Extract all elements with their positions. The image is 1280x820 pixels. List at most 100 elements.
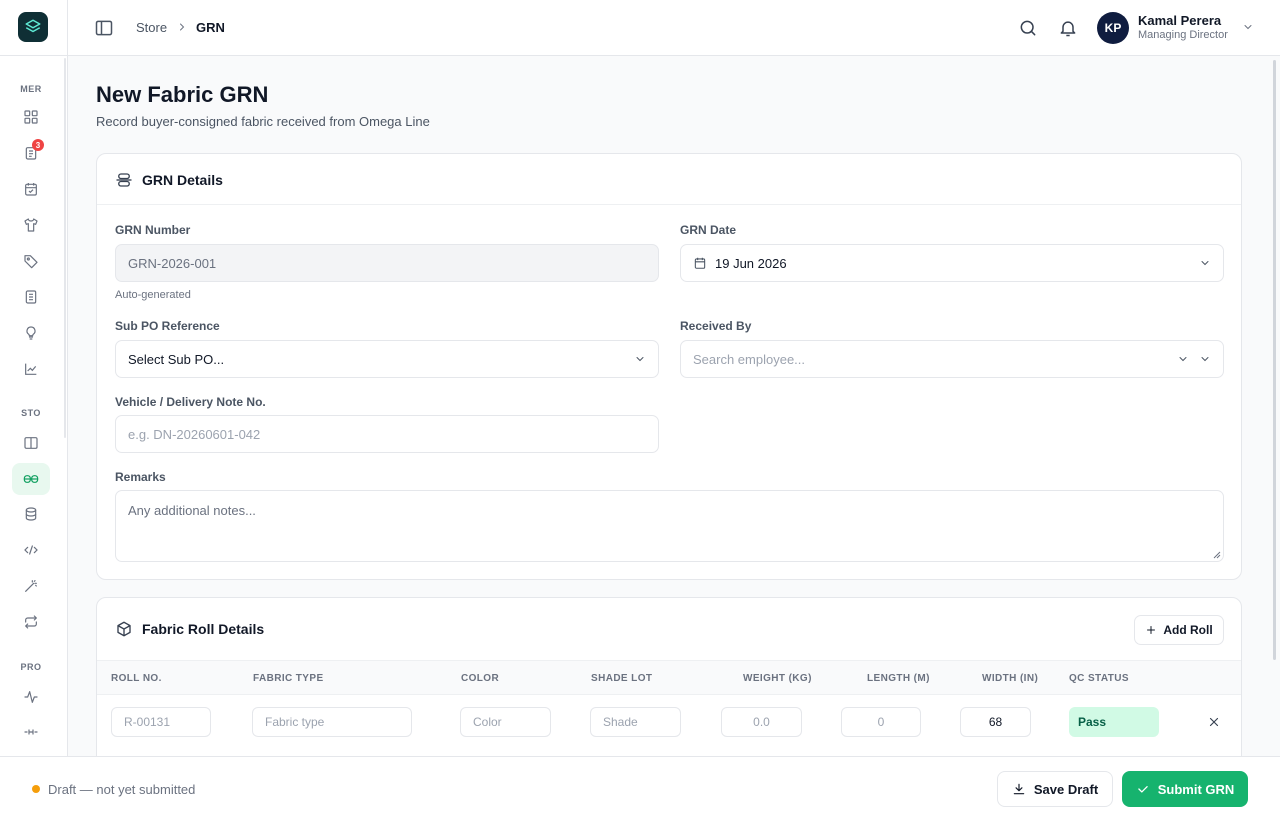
sidebar: MER 3 STO PRO (0, 0, 68, 820)
app-logo[interactable] (18, 12, 48, 42)
col-length: LENGTH (M) (867, 673, 930, 684)
sidebar-item-more[interactable] (12, 716, 50, 748)
activity-icon (24, 691, 38, 703)
color-input[interactable]: Color (460, 707, 551, 737)
save-draft-button[interactable]: Save Draft (997, 771, 1113, 807)
submit-grn-button[interactable]: Submit GRN (1122, 771, 1248, 807)
orders-badge: 3 (32, 139, 44, 151)
fabric-type-input[interactable]: Fabric type (252, 707, 412, 737)
sidebar-item-inventory[interactable] (12, 498, 50, 530)
col-fabric-type: FABRIC TYPE (253, 673, 324, 684)
col-color: COLOR (461, 673, 500, 684)
add-roll-label: Add Roll (1163, 623, 1213, 637)
check-icon (1137, 786, 1148, 793)
repeat-icon (25, 615, 37, 629)
search-icon[interactable] (1018, 18, 1038, 38)
book-icon (24, 437, 38, 449)
col-shade-lot: SHADE LOT (591, 673, 653, 684)
sidebar-item-returns[interactable] (12, 606, 50, 638)
grn-date-picker[interactable]: 19 Jun 2026 (680, 244, 1224, 282)
chevron-down-icon (1201, 261, 1209, 266)
fabric-roll-card: Fabric Roll Details Add Roll ROLL NO. FA… (96, 597, 1242, 756)
received-by-placeholder: Search employee... (693, 351, 806, 367)
main-content: New Fabric GRN Record buyer-consigned fa… (68, 56, 1280, 756)
main-scrollbar[interactable] (1273, 60, 1276, 660)
remarks-textarea[interactable]: Any additional notes... (115, 490, 1224, 562)
page-title: New Fabric GRN (96, 82, 269, 107)
chevron-down-icon (636, 357, 644, 362)
wand-icon (25, 580, 37, 592)
avatar[interactable]: KP (1097, 12, 1129, 44)
qc-status-select[interactable]: Pass (1069, 707, 1159, 737)
calendar-icon (694, 257, 706, 269)
breadcrumb-store[interactable]: Store (136, 20, 167, 35)
sidebar-item-garments[interactable] (12, 209, 50, 241)
roll-no-input[interactable]: R-00131 (111, 707, 211, 737)
tag-icon (24, 255, 38, 269)
width-input[interactable]: 68 (960, 707, 1031, 737)
bell-icon[interactable] (1058, 18, 1078, 38)
sidebar-item-orders[interactable]: 3 (12, 137, 50, 169)
chevron-right-icon (180, 23, 185, 31)
sidebar-scrollbar[interactable] (64, 58, 66, 438)
col-qc-status: QC STATUS (1069, 673, 1129, 684)
received-by-combobox[interactable]: Search employee... (680, 340, 1224, 378)
vehicle-input[interactable]: e.g. DN-20260601-042 (115, 415, 659, 453)
sidebar-item-activity[interactable] (12, 681, 50, 713)
sidebar-toggle-icon[interactable] (94, 18, 114, 38)
sidebar-item-dashboard[interactable] (12, 101, 50, 133)
sidebar-item-grn[interactable] (12, 463, 50, 495)
sidebar-item-calendar[interactable] (12, 173, 50, 205)
plus-icon (1147, 626, 1156, 634)
shade-input[interactable]: Shade (590, 707, 681, 737)
box-icon (117, 621, 131, 637)
chevron-down-icon[interactable] (1242, 20, 1254, 34)
close-icon[interactable] (1207, 715, 1221, 729)
sub-po-value: Select Sub PO... (128, 351, 225, 367)
user-name[interactable]: Kamal Perera (1138, 13, 1221, 28)
user-role: Managing Director (1138, 29, 1228, 41)
vehicle-label: Vehicle / Delivery Note No. (115, 395, 266, 409)
footer-bar: Draft — not yet submitted Save Draft Sub… (0, 756, 1280, 820)
sidebar-section-pro: PRO (20, 662, 42, 672)
dashboard-icon (24, 110, 38, 124)
col-width: WIDTH (IN) (982, 673, 1039, 684)
length-input[interactable]: 0 (841, 707, 921, 737)
top-header: Store GRN KP Kamal Perera Managing Direc… (68, 0, 1280, 56)
grn-number-hint: Auto-generated (115, 289, 191, 301)
sidebar-item-documents[interactable] (12, 281, 50, 313)
calendar-icon (25, 183, 37, 196)
sidebar-item-tags[interactable] (12, 245, 50, 277)
draft-status-dot (32, 785, 40, 793)
chevron-down-icon (1179, 357, 1187, 362)
sidebar-item-tools[interactable] (12, 570, 50, 602)
dash-icon (24, 729, 38, 735)
submit-grn-label: Submit GRN (1157, 781, 1235, 797)
col-roll-no: ROLL NO. (111, 673, 162, 684)
grn-details-card: GRN Details GRN Number GRN-2026-001 Auto… (96, 153, 1242, 580)
sidebar-item-transfers[interactable] (12, 534, 50, 566)
grn-number-label: GRN Number (115, 223, 191, 237)
sidebar-item-catalog[interactable] (12, 427, 50, 459)
resize-handle-icon[interactable] (1213, 551, 1221, 559)
transfer-icon (24, 545, 38, 555)
sidebar-item-ideas[interactable] (12, 317, 50, 349)
sidebar-item-reports[interactable] (12, 353, 50, 385)
weight-input[interactable]: 0.0 (721, 707, 802, 737)
sub-po-select[interactable]: Select Sub PO... (115, 340, 659, 378)
add-roll-button[interactable]: Add Roll (1134, 615, 1224, 645)
sidebar-section-sto: STO (21, 408, 41, 418)
sub-po-label: Sub PO Reference (115, 319, 220, 333)
roll-table-header: ROLL NO. FABRIC TYPE COLOR SHADE LOT WEI… (97, 660, 1241, 695)
received-by-label: Received By (680, 319, 752, 333)
chevron-down-icon (1201, 357, 1209, 362)
grn-details-title: GRN Details (142, 172, 223, 188)
chart-icon (25, 363, 37, 375)
sidebar-divider (0, 55, 68, 56)
sidebar-section-mer: MER (20, 84, 42, 94)
draft-status-text: Draft — not yet submitted (48, 782, 196, 797)
remarks-label: Remarks (115, 470, 166, 484)
col-weight: WEIGHT (KG) (743, 673, 812, 684)
garment-icon (24, 218, 38, 232)
grn-date-value: 19 Jun 2026 (715, 255, 787, 271)
